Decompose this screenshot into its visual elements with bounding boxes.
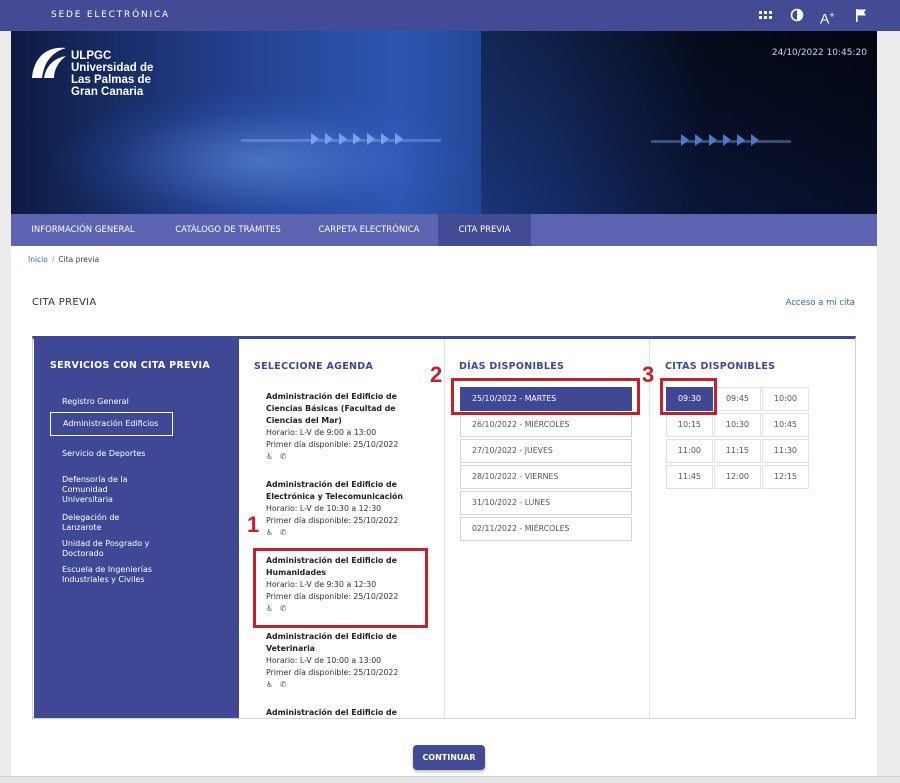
time-slot[interactable]: 11:00: [666, 439, 713, 463]
times-column-title: CITAS DISPONIBLES: [665, 361, 776, 372]
time-slot[interactable]: 10:00: [762, 387, 809, 411]
agenda-item-hours: Horario: L-V de 10:30 a 12:30: [266, 504, 382, 513]
main-nav: INFORMACIÓN GENERAL CATÁLOGO DE TRÁMITES…: [11, 214, 877, 246]
logo-line: Universidad de: [71, 62, 154, 74]
logo-line: Las Palmas de: [71, 74, 151, 86]
bottom-strip: [0, 776, 900, 783]
services-title: SERVICIOS CON CITA PREVIA: [50, 360, 210, 371]
university-logo-text: ULPGC Universidad de Las Palmas de Gran …: [71, 50, 153, 98]
text-size-icon[interactable]: A+: [820, 6, 838, 27]
service-item-ingenierias-industriales[interactable]: Escuela de Ingenierías Industriales y Ci…: [50, 559, 173, 591]
day-option[interactable]: 27/10/2022 - JUEVES: [460, 439, 632, 463]
nav-item-informacion-general[interactable]: INFORMACIÓN GENERAL: [19, 214, 147, 246]
time-slot[interactable]: 12:15: [762, 465, 809, 489]
time-slot[interactable]: 10:30: [714, 413, 761, 437]
appointment-panel: SERVICIOS CON CITA PREVIA Registro Gener…: [32, 336, 856, 719]
agenda-item[interactable]: Administración del Edificio de Ciencias …: [266, 391, 429, 463]
breadcrumb: Inicio / Cita previa: [28, 255, 99, 264]
agenda-item-name: Administración del Edificio de Ciencias …: [266, 392, 397, 425]
agenda-item-hours: Horario: L-V de 9:00 a 13:00: [266, 428, 377, 437]
accessibility-phone-icons: ♿ ✆: [266, 680, 289, 689]
service-item-defensoria[interactable]: Defensoría de la Comunidad Universitaria: [50, 469, 173, 511]
annotation-number: 2: [430, 362, 443, 387]
breadcrumb-separator: /: [51, 255, 55, 264]
service-item-registro-general[interactable]: Registro General: [50, 391, 173, 413]
contrast-icon[interactable]: [788, 6, 806, 24]
agenda-item-first-day: Primer día disponible: 25/10/2022: [266, 516, 399, 525]
time-slot[interactable]: 11:15: [714, 439, 761, 463]
page-frame: ULPGC Universidad de Las Palmas de Gran …: [11, 31, 877, 783]
banner-arrows-icon: [311, 133, 403, 145]
text-size-glyph: A: [820, 10, 830, 27]
logo-line: Gran Canaria: [71, 86, 144, 98]
continue-button[interactable]: CONTINUAR: [413, 745, 485, 770]
time-slot[interactable]: 09:45: [714, 387, 761, 411]
header-banner: ULPGC Universidad de Las Palmas de Gran …: [11, 31, 877, 214]
time-slot[interactable]: 11:30: [762, 439, 809, 463]
time-slot[interactable]: 10:45: [762, 413, 809, 437]
accessibility-phone-icons: ♿ ✆: [266, 528, 289, 537]
day-option[interactable]: 02/11/2022 - MIÉRCOLES: [460, 517, 632, 541]
nav-item-catalogo-tramites[interactable]: CATÁLOGO DE TRÁMITES: [161, 214, 295, 246]
site-title: SEDE ELECTRÓNICA: [51, 10, 171, 20]
agenda-item-hours: Horario: L-V de 10:00 a 13:00: [266, 656, 382, 665]
annotation-box-day: [451, 378, 640, 415]
annotation-number: 3: [642, 362, 655, 387]
time-slot[interactable]: 11:45: [666, 465, 713, 489]
ulpgc-logo-icon: [32, 47, 66, 78]
agenda-item[interactable]: Administración del Edificio de Veterinar…: [266, 631, 429, 691]
nav-item-cita-previa[interactable]: CITA PREVIA: [438, 214, 531, 246]
service-item-administracion-edificios[interactable]: Administración Edificios: [50, 412, 173, 436]
breadcrumb-current: Cita previa: [58, 255, 100, 264]
text-size-sup: +: [829, 10, 835, 20]
annotation-box-time: [660, 378, 717, 415]
agenda-item-name: Administración del Edificio de Veterinar…: [266, 632, 397, 653]
agenda-item-name: Administración del Edificio de Electróni…: [266, 480, 403, 501]
day-option[interactable]: 26/10/2022 - MIÉRCOLES: [460, 413, 632, 437]
agenda-item[interactable]: Administración del Edificio de Electróni…: [266, 479, 429, 539]
nav-item-carpeta-electronica[interactable]: CARPETA ELECTRÓNICA: [307, 214, 431, 246]
agenda-item[interactable]: Administración del Edificio de: [266, 707, 429, 718]
annotation-number: 1: [247, 512, 260, 537]
flag-icon[interactable]: [852, 6, 870, 24]
logo-line: ULPGC: [71, 50, 112, 62]
agenda-item-name: Administración del Edificio de: [266, 708, 397, 717]
days-column-title: DÍAS DISPONIBLES: [459, 361, 565, 372]
time-slot[interactable]: 10:15: [666, 413, 713, 437]
breadcrumb-home-link[interactable]: Inicio: [28, 255, 48, 264]
banner-glow: [51, 91, 471, 214]
my-appointment-link[interactable]: Acceso a mi cita: [786, 298, 855, 308]
annotation-box-agenda: [253, 548, 428, 628]
column-divider: [444, 339, 445, 718]
services-sidebar: SERVICIOS CON CITA PREVIA Registro Gener…: [34, 339, 239, 718]
accessibility-phone-icons: ♿ ✆: [266, 452, 289, 461]
current-datetime: 24/10/2022 10:45:20: [771, 48, 867, 58]
time-slot[interactable]: 12:00: [714, 465, 761, 489]
top-bar: SEDE ELECTRÓNICA A+: [0, 0, 900, 31]
agenda-item-first-day: Primer día disponible: 25/10/2022: [266, 440, 399, 449]
banner-arrows-right-icon: [681, 134, 759, 146]
day-option[interactable]: 31/10/2022 - LUNES: [460, 491, 632, 515]
banner-shade: [481, 31, 877, 214]
agenda-item-first-day: Primer día disponible: 25/10/2022: [266, 668, 399, 677]
column-divider: [649, 339, 650, 718]
apps-grid-icon[interactable]: [757, 6, 775, 24]
day-option[interactable]: 28/10/2022 - VIERNES: [460, 465, 632, 489]
page-title: CITA PREVIA: [32, 297, 97, 308]
service-item-servicio-deportes[interactable]: Servicio de Deportes: [50, 443, 173, 465]
agenda-column-title: SELECCIONE AGENDA: [254, 361, 374, 372]
